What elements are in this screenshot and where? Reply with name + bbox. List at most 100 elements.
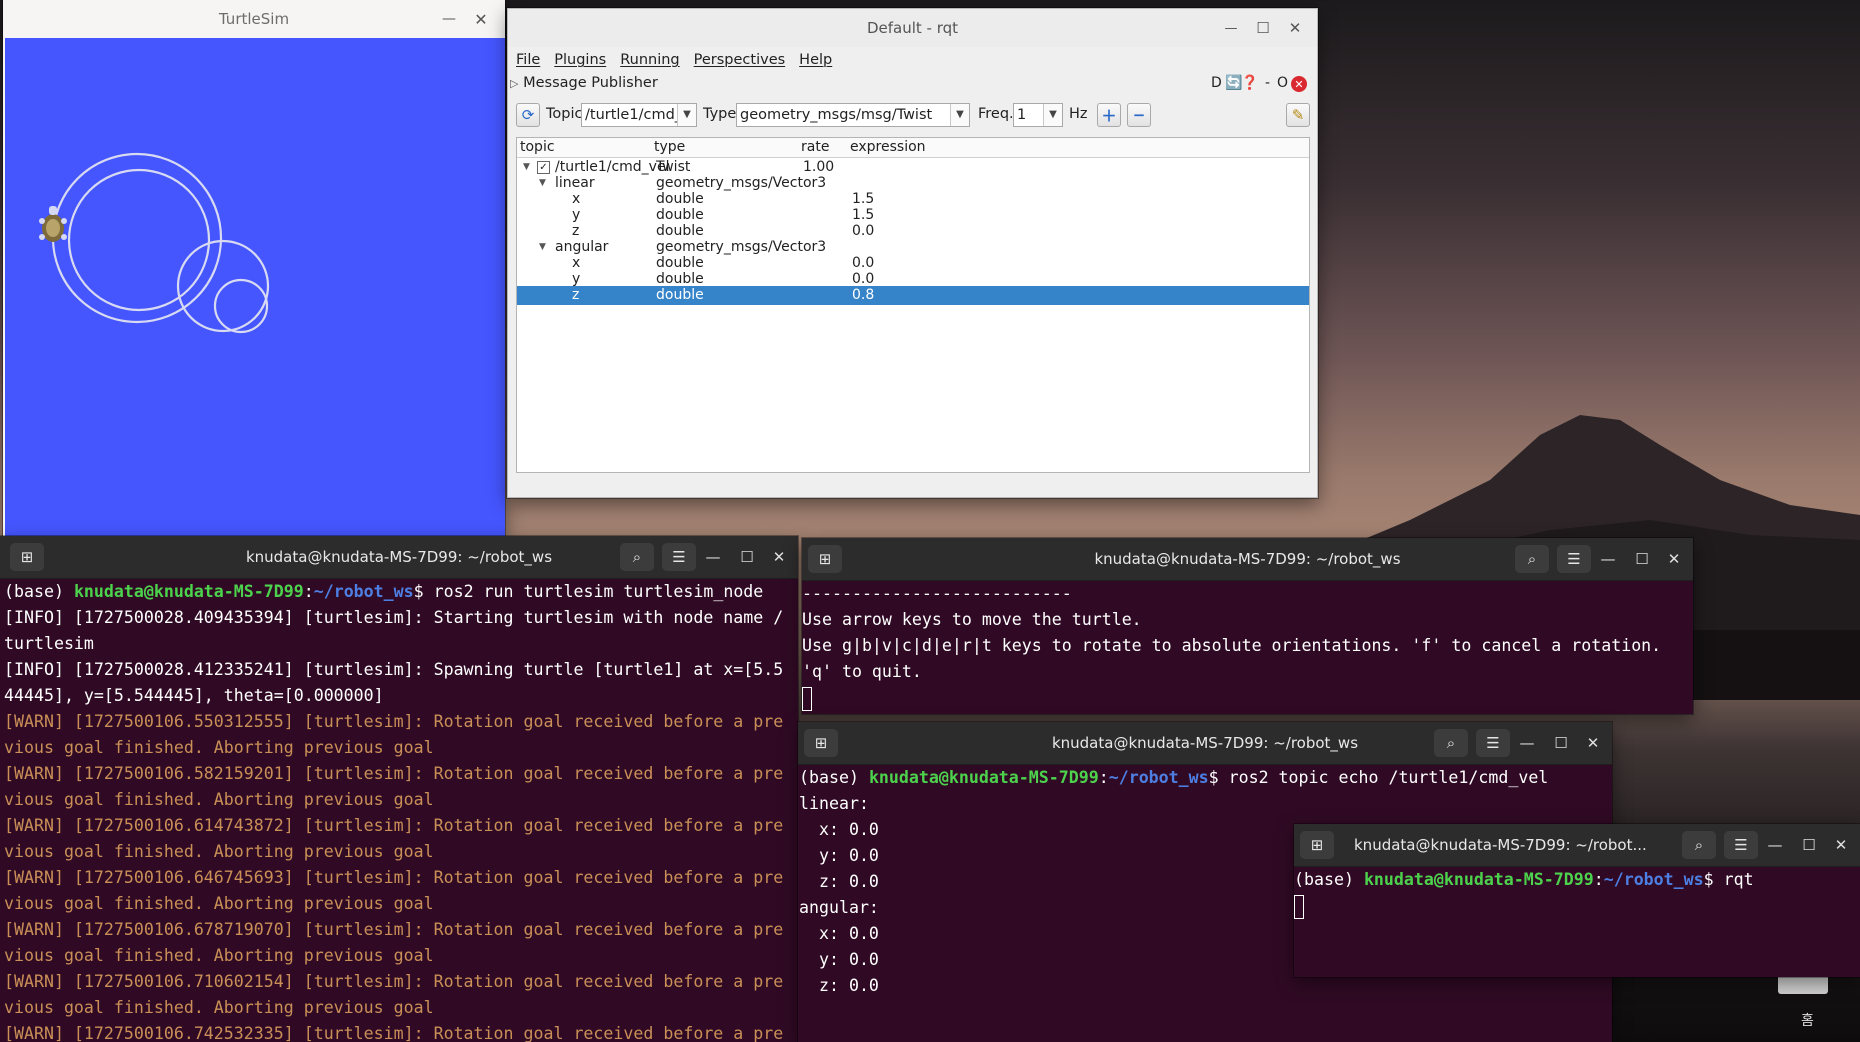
column-topic[interactable]: topic — [520, 139, 555, 155]
close-button[interactable]: ✕ — [764, 536, 794, 578]
output-line: Use g|b|v|c|d|e|r|t keys to rotate to ab… — [802, 636, 1662, 655]
row-expression[interactable]: 0.8 — [852, 287, 874, 303]
column-expression[interactable]: expression — [850, 139, 926, 155]
rqt-menubar: File Plugins Running Perspectives Help — [508, 47, 1317, 73]
menu-help[interactable]: Help — [799, 52, 832, 68]
text-cursor — [802, 686, 812, 711]
refresh-icon[interactable]: ⟳ — [516, 103, 540, 127]
new-tab-icon[interactable]: ⊞ — [804, 729, 838, 757]
minimize-button[interactable]: — — [1593, 538, 1623, 580]
prompt-user: knudata@knudata-MS-7D99 — [1363, 870, 1594, 889]
close-button[interactable]: ✕ — [1826, 824, 1856, 866]
menu-icon[interactable]: ☰ — [1557, 545, 1591, 573]
freq-label: Freq. — [978, 106, 1014, 122]
menu-icon[interactable]: ☰ — [662, 543, 696, 571]
text-cursor — [1294, 894, 1304, 919]
remove-publisher-button[interactable]: − — [1127, 103, 1151, 127]
minimize-button[interactable]: — — [1512, 722, 1542, 764]
row-topic: z — [572, 287, 580, 303]
terminal-titlebar[interactable]: ⊞ knudata@knudata-MS-7D99: ~/robot_ws ⌕ … — [0, 536, 798, 579]
terminal-output[interactable]: --------------------------- Use arrow key… — [802, 581, 1693, 714]
column-rate[interactable]: rate — [801, 139, 829, 155]
help-icon[interactable]: ❓ — [1241, 75, 1258, 91]
chevron-down-icon[interactable]: ▼ — [523, 162, 530, 172]
publish-checkbox[interactable]: ✓ — [537, 161, 550, 174]
chevron-down-icon[interactable]: ▼ — [1043, 104, 1062, 126]
terminal-output[interactable]: (base) knudata@knudata-MS-7D99:~/robot_w… — [1294, 867, 1860, 977]
topic-combo[interactable]: /turtle1/cmd_vel ▼ — [581, 103, 697, 127]
close-plugin-icon[interactable]: ✕ — [1291, 76, 1307, 92]
row-expression[interactable]: 0.0 — [852, 255, 874, 271]
chevron-down-icon[interactable]: ▼ — [950, 104, 969, 126]
plugin-header: ▷ Message Publisher — [510, 75, 658, 91]
row-expression[interactable]: 1.5 — [852, 207, 874, 223]
chevron-down-icon[interactable]: ▼ — [677, 104, 696, 126]
menu-icon[interactable]: ☰ — [1724, 831, 1758, 859]
row-expression[interactable]: 1.5 — [852, 191, 874, 207]
new-tab-icon[interactable]: ⊞ — [808, 545, 842, 573]
search-icon[interactable]: ⌕ — [620, 543, 654, 571]
warn-line: vious goal finished. Aborting previous g… — [4, 790, 434, 809]
row-type: double — [656, 255, 704, 271]
chevron-down-icon[interactable]: ▼ — [539, 242, 546, 252]
rqt-titlebar[interactable]: Default - rqt — ☐ ✕ — [508, 9, 1317, 47]
prompt-env: (base) — [4, 582, 74, 601]
column-type[interactable]: type — [654, 139, 685, 155]
terminal-titlebar[interactable]: ⊞ knudata@knudata-MS-7D99: ~/robot... ⌕ … — [1294, 824, 1860, 867]
maximize-button[interactable]: ☐ — [732, 536, 762, 578]
prompt-dollar: $ — [1208, 768, 1229, 787]
freq-combo[interactable]: 1 ▼ — [1013, 103, 1063, 127]
maximize-button[interactable]: ☐ — [1794, 824, 1824, 866]
terminal-output[interactable]: (base) knudata@knudata-MS-7D99:~/robot_w… — [0, 579, 798, 1042]
close-button[interactable]: ✕ — [1578, 722, 1608, 764]
terminal-rqt-window: ⊞ knudata@knudata-MS-7D99: ~/robot... ⌕ … — [1294, 824, 1860, 977]
warn-line: [WARN] [1727500106.678719070] [turtlesim… — [4, 920, 784, 939]
reload-icon[interactable]: 🔄 — [1225, 75, 1242, 91]
menu-file[interactable]: File — [516, 52, 540, 68]
maximize-button[interactable]: ☐ — [1546, 722, 1576, 764]
new-tab-icon[interactable]: ⊞ — [10, 543, 44, 571]
search-icon[interactable]: ⌕ — [1515, 545, 1549, 573]
plugin-o-button[interactable]: O — [1277, 75, 1288, 91]
close-button[interactable]: ✕ — [1659, 538, 1689, 580]
plugin-dash-button[interactable]: - — [1265, 75, 1270, 91]
plugin-d-button[interactable]: D — [1211, 75, 1222, 91]
close-button[interactable]: ✕ — [1283, 9, 1307, 47]
terminal-titlebar[interactable]: ⊞ knudata@knudata-MS-7D99: ~/robot_ws ⌕ … — [802, 538, 1693, 581]
row-type: double — [656, 271, 704, 287]
tree-header: topic type rate expression — [517, 138, 1309, 158]
chevron-down-icon[interactable]: ▼ — [539, 178, 546, 188]
turtlesim-titlebar[interactable]: TurtleSim — ✕ — [3, 0, 505, 38]
menu-perspectives[interactable]: Perspectives — [694, 52, 786, 68]
row-topic: x — [572, 191, 581, 207]
maximize-button[interactable]: ☐ — [1251, 9, 1275, 47]
type-combo[interactable]: geometry_msgs/msg/Twist ▼ — [736, 103, 970, 127]
menu-icon[interactable]: ☰ — [1476, 729, 1510, 757]
freq-value: 1 — [1017, 107, 1027, 123]
row-expression[interactable]: 0.0 — [852, 223, 874, 239]
output-line: linear: — [799, 794, 869, 813]
menu-plugins[interactable]: Plugins — [554, 52, 606, 68]
minimize-button[interactable]: — — [1760, 824, 1790, 866]
search-icon[interactable]: ⌕ — [1434, 729, 1468, 757]
add-publisher-button[interactable]: ＋ — [1097, 103, 1121, 127]
warn-line: [WARN] [1727500106.582159201] [turtlesim… — [4, 764, 784, 783]
new-tab-icon[interactable]: ⊞ — [1300, 831, 1334, 859]
terminal-title: knudata@knudata-MS-7D99: ~/robot_ws — [1094, 550, 1401, 568]
tree-row-selected[interactable]: z double 0.8 — [517, 286, 1309, 305]
terminal-titlebar[interactable]: ⊞ knudata@knudata-MS-7D99: ~/robot_ws ⌕ … — [798, 722, 1612, 765]
maximize-button[interactable]: ☐ — [1627, 538, 1657, 580]
output-line: 'q' to quit. — [802, 662, 922, 681]
close-button[interactable]: ✕ — [467, 0, 495, 38]
minimize-button[interactable]: — — [435, 0, 463, 38]
row-expression[interactable]: 0.0 — [852, 271, 874, 287]
menu-running[interactable]: Running — [620, 52, 679, 68]
clear-icon[interactable]: ✎ — [1286, 103, 1310, 127]
minimize-button[interactable]: — — [698, 536, 728, 578]
warn-line: vious goal finished. Aborting previous g… — [4, 738, 434, 757]
search-icon[interactable]: ⌕ — [1682, 831, 1716, 859]
expand-triangle-icon[interactable]: ▷ — [510, 77, 518, 90]
minimize-button[interactable]: — — [1219, 9, 1243, 47]
row-rate: 1.00 — [803, 159, 835, 175]
turtle-trail — [39, 152, 270, 334]
